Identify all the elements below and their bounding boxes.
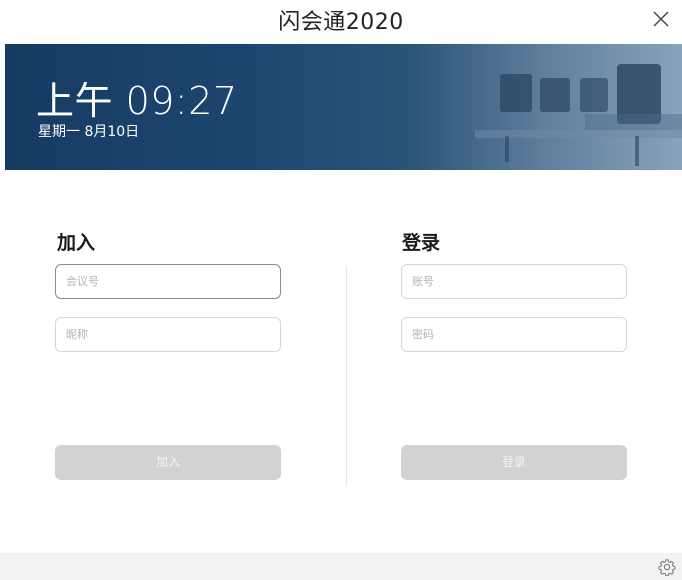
- login-button[interactable]: 登录: [401, 445, 627, 480]
- current-date: 星期一 8月10日: [38, 124, 140, 140]
- close-button[interactable]: [648, 6, 674, 32]
- footer-bar: [0, 553, 682, 580]
- meeting-room-image: [475, 64, 682, 166]
- settings-button[interactable]: [658, 558, 676, 577]
- password-input[interactable]: [401, 317, 627, 352]
- meeting-id-input[interactable]: [55, 264, 281, 299]
- current-time: 上午 09:27: [36, 79, 238, 123]
- close-icon: [653, 11, 669, 27]
- login-section-title: 登录: [402, 232, 441, 254]
- section-divider: [346, 266, 347, 486]
- account-input[interactable]: [401, 264, 627, 299]
- join-button[interactable]: 加入: [55, 445, 281, 480]
- nickname-input[interactable]: [55, 317, 281, 352]
- app-title: 闪会通2020: [278, 10, 404, 35]
- title-bar: 闪会通2020: [0, 0, 682, 44]
- join-section-title: 加入: [57, 232, 96, 254]
- gear-icon: [658, 559, 676, 577]
- header-banner: 上午 09:27 星期一 8月10日: [5, 44, 682, 170]
